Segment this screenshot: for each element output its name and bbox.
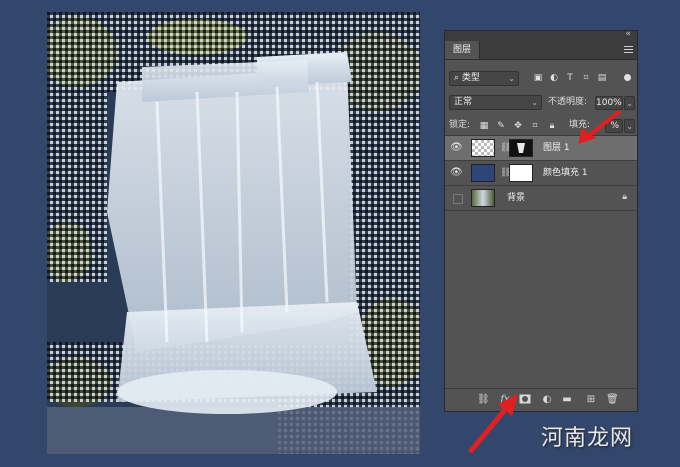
panel-header-strip: «	[445, 29, 637, 41]
filter-icons: ▣ ◐ T ⌗ ▤	[533, 73, 607, 83]
panel-tabbar: 图层	[445, 41, 637, 60]
document-canvas[interactable]	[47, 12, 420, 454]
filter-toggle-icon[interactable]	[624, 74, 631, 81]
filter-kind-label: 类型	[461, 73, 480, 83]
blend-mode-dropdown[interactable]: 正常 ⌄	[449, 95, 542, 110]
adjustment-layer-icon[interactable]: ◐	[541, 394, 553, 406]
blend-mode-value: 正常	[454, 97, 473, 107]
fill-dropdown[interactable]: ⌄	[624, 119, 635, 133]
waterfall-image	[47, 12, 420, 454]
tab-layers[interactable]: 图层	[445, 41, 481, 59]
visibility-toggle[interactable]	[453, 194, 463, 204]
fill-color-thumbnail[interactable]	[471, 164, 495, 182]
smart-object-filter-icon[interactable]: ▤	[597, 73, 607, 83]
eye-icon[interactable]: 👁︎	[450, 167, 463, 179]
panel-menu-icon[interactable]	[624, 44, 633, 55]
layer-thumbnail[interactable]	[471, 139, 495, 157]
search-icon: ⌕	[454, 73, 460, 83]
link-mask-icon[interactable]: ⛓	[500, 142, 511, 154]
lock-label: 锁定:	[449, 120, 471, 130]
layer-mask-thumbnail[interactable]	[509, 139, 533, 157]
adjustment-filter-icon[interactable]: ◐	[549, 73, 559, 83]
new-layer-icon[interactable]: ⊞	[585, 394, 597, 406]
shape-filter-icon[interactable]: ⌗	[581, 73, 591, 83]
lock-transparent-icon[interactable]: ▦	[479, 121, 489, 131]
layer-mask-thumbnail[interactable]	[509, 164, 533, 182]
lock-icons: ▦ ✎ ✥ ⌗ 🔒︎	[479, 121, 557, 131]
chevron-down-icon: ⌄	[531, 98, 538, 107]
opacity-dropdown[interactable]: ⌄	[624, 96, 635, 110]
lock-icon: 🔒︎	[622, 192, 627, 202]
layer-name[interactable]: 颜色填充 1	[543, 161, 588, 185]
chevron-down-icon: ⌄	[626, 99, 633, 108]
layers-panel: « 图层 ⌕ 类型 ⌄ ▣ ◐ T ⌗ ▤ 正常 ⌄ 不透明度: 100% ⌄	[444, 29, 638, 412]
lock-artboard-icon[interactable]: ⌗	[530, 121, 540, 131]
layer-name[interactable]: 图层 1	[543, 136, 570, 160]
layers-list: 👁︎ ⛓ 图层 1 👁︎ ⛓ 颜色填充 1 背景 🔒︎	[445, 135, 637, 211]
pixel-filter-icon[interactable]: ▣	[533, 73, 543, 83]
layer-row-color-fill[interactable]: 👁︎ ⛓ 颜色填充 1	[445, 161, 637, 186]
type-filter-icon[interactable]: T	[565, 73, 575, 83]
watermark-text: 河南龙网	[541, 426, 634, 451]
chevron-down-icon: ⌄	[626, 122, 633, 131]
trash-icon[interactable]: 🗑︎	[606, 394, 619, 406]
filter-kind-dropdown[interactable]: ⌕ 类型 ⌄	[449, 71, 519, 86]
eye-icon[interactable]: 👁︎	[450, 142, 463, 154]
link-mask-icon[interactable]: ⛓	[500, 167, 511, 179]
annotation-arrow-layer	[578, 109, 622, 144]
group-folder-icon[interactable]: ▬	[561, 394, 573, 406]
lock-all-icon[interactable]: 🔒︎	[547, 121, 557, 131]
lock-position-icon[interactable]: ✥	[513, 121, 523, 131]
lock-image-icon[interactable]: ✎	[496, 121, 506, 131]
chevron-down-icon: ⌄	[508, 74, 515, 83]
annotation-arrow-mask	[468, 394, 518, 454]
layer-row-background[interactable]: 背景 🔒︎	[445, 186, 637, 211]
filter-row: ⌕ 类型 ⌄ ▣ ◐ T ⌗ ▤	[449, 71, 633, 87]
background-thumbnail[interactable]	[471, 189, 495, 207]
layer-name[interactable]: 背景	[507, 186, 525, 210]
collapse-panel-icon[interactable]: «	[625, 29, 631, 39]
